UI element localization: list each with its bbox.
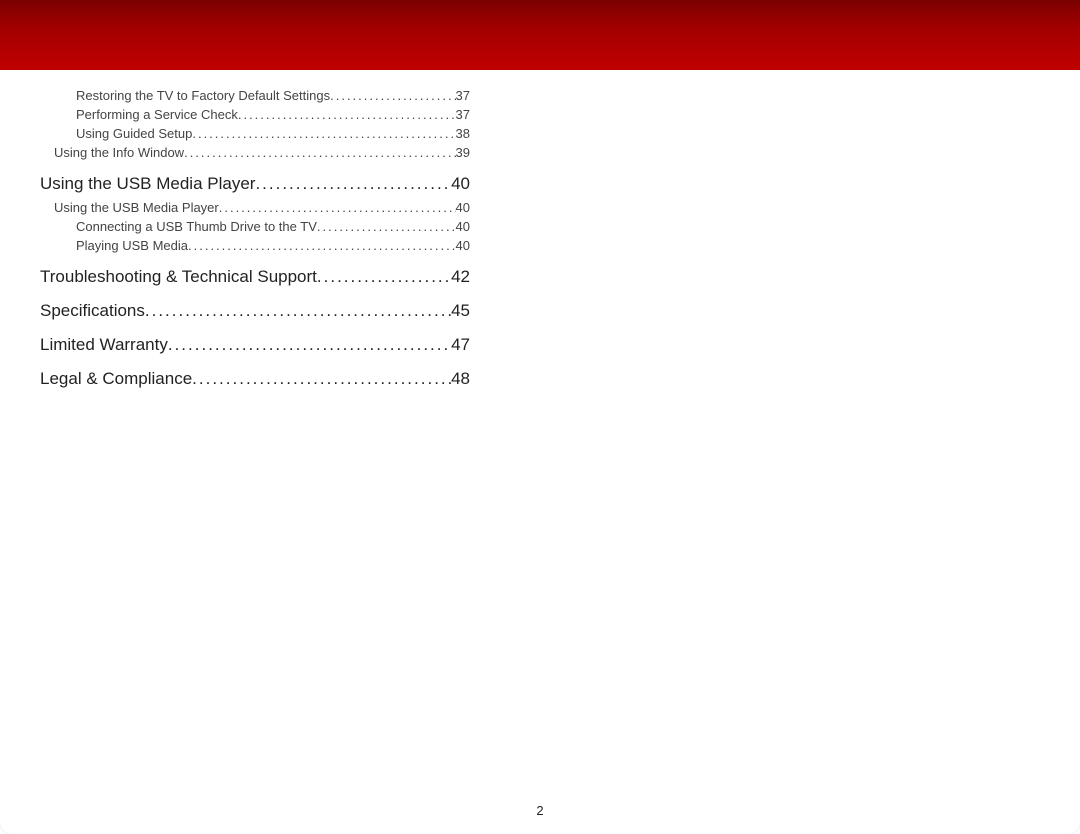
toc-page: 37 bbox=[456, 88, 470, 103]
toc-title: Performing a Service Check bbox=[76, 107, 238, 122]
toc-page: 45 bbox=[451, 301, 470, 321]
toc-leader bbox=[317, 219, 456, 234]
toc-title: Playing USB Media bbox=[76, 238, 188, 253]
toc-entry: Using Guided Setup 38 bbox=[40, 126, 470, 141]
toc-page: 42 bbox=[451, 267, 470, 287]
toc-title: Limited Warranty bbox=[40, 335, 168, 355]
toc-page: 48 bbox=[451, 369, 470, 389]
toc-page: 40 bbox=[456, 238, 470, 253]
toc-title: Using the Info Window bbox=[54, 145, 184, 160]
page-number: 2 bbox=[0, 803, 1080, 818]
toc-leader bbox=[145, 301, 451, 321]
toc-title: Specifications bbox=[40, 301, 145, 321]
toc-leader bbox=[330, 88, 455, 103]
toc-leader bbox=[219, 200, 456, 215]
toc-entry: Using the USB Media Player 40 bbox=[40, 200, 470, 215]
toc-entry: Using the Info Window 39 bbox=[40, 145, 470, 160]
toc-leader bbox=[317, 267, 451, 287]
toc-leader bbox=[184, 145, 455, 160]
toc-entry: Using the USB Media Player 40 bbox=[40, 174, 470, 194]
toc-page: 37 bbox=[456, 107, 470, 122]
header-bar bbox=[0, 0, 1080, 70]
toc-leader bbox=[192, 369, 451, 389]
toc-page: 38 bbox=[456, 126, 470, 141]
toc-leader bbox=[168, 335, 451, 355]
toc-leader bbox=[192, 126, 455, 141]
toc-title: Restoring the TV to Factory Default Sett… bbox=[76, 88, 330, 103]
toc-entry: Performing a Service Check 37 bbox=[40, 107, 470, 122]
toc-title: Using Guided Setup bbox=[76, 126, 192, 141]
toc-page: 40 bbox=[456, 219, 470, 234]
toc-entry: Restoring the TV to Factory Default Sett… bbox=[40, 88, 470, 103]
toc-entry: Troubleshooting & Technical Support 42 bbox=[40, 267, 470, 287]
toc-entry: Legal & Compliance 48 bbox=[40, 369, 470, 389]
toc-entry: Playing USB Media 40 bbox=[40, 238, 470, 253]
toc-entry: Connecting a USB Thumb Drive to the TV 4… bbox=[40, 219, 470, 234]
toc-page: 39 bbox=[456, 145, 470, 160]
toc-page: 40 bbox=[451, 174, 470, 194]
toc-entry: Specifications 45 bbox=[40, 301, 470, 321]
toc-title: Troubleshooting & Technical Support bbox=[40, 267, 317, 287]
toc-page: 40 bbox=[456, 200, 470, 215]
toc-leader bbox=[238, 107, 456, 122]
toc-title: Legal & Compliance bbox=[40, 369, 192, 389]
toc-page: 47 bbox=[451, 335, 470, 355]
toc-leader bbox=[188, 238, 456, 253]
toc-title: Connecting a USB Thumb Drive to the TV bbox=[76, 219, 317, 234]
toc-entry: Limited Warranty 47 bbox=[40, 335, 470, 355]
toc-content: Restoring the TV to Factory Default Sett… bbox=[0, 70, 530, 389]
toc-leader bbox=[255, 174, 451, 194]
toc-title: Using the USB Media Player bbox=[54, 200, 219, 215]
toc-title: Using the USB Media Player bbox=[40, 174, 255, 194]
